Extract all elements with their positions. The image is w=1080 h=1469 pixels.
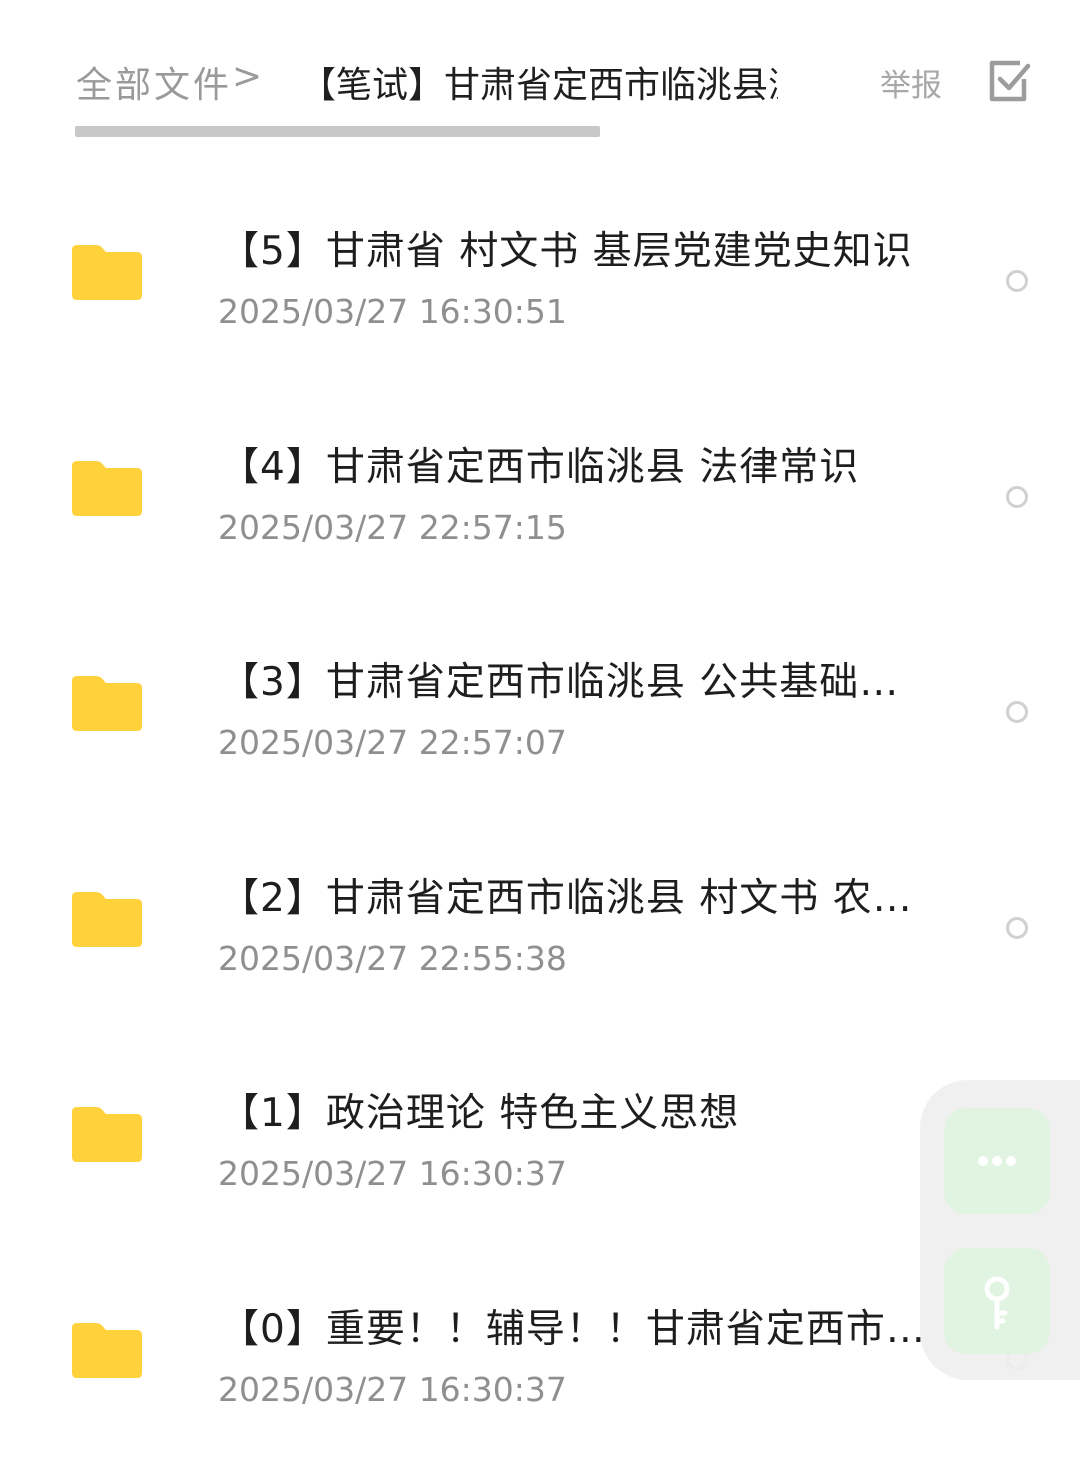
file-name: 【3】甘肃省定西市临洮县 公共基础知识 <box>220 660 935 706</box>
breadcrumb-separator: > <box>232 56 263 97</box>
file-list: 【5】甘肃省 村文书 基层党建党史知识 2025/03/27 16:30:51 … <box>0 175 1080 1469</box>
file-date: 2025/03/27 22:57:15 <box>218 507 567 547</box>
folder-icon <box>72 889 142 949</box>
file-date: 2025/03/27 22:55:38 <box>218 938 567 978</box>
list-item[interactable]: 【5】甘肃省 村文书 基层党建党史知识 2025/03/27 16:30:51 <box>0 175 1080 391</box>
top-bar: 全部文件 > 【笔试】甘肃省定西市临洮县浏 举报 <box>0 0 1080 160</box>
list-item[interactable]: 【1】政治理论 特色主义思想 2025/03/27 16:30:37 <box>0 1037 1080 1253</box>
more-button[interactable] <box>944 1108 1050 1214</box>
file-name: 【5】甘肃省 村文书 基层党建党史知识 <box>220 229 913 274</box>
select-radio[interactable] <box>1006 701 1028 724</box>
file-name: 【2】甘肃省定西市临洮县 村文书 农… <box>220 875 913 921</box>
folder-icon <box>72 242 142 302</box>
list-item[interactable]: 【3】甘肃省定西市临洮县 公共基础知识 2025/03/27 22:57:07 <box>0 606 1080 822</box>
select-radio[interactable] <box>1006 485 1028 508</box>
report-button[interactable]: 举报 <box>880 60 942 105</box>
select-radio[interactable] <box>1006 916 1028 939</box>
file-date: 2025/03/27 16:30:37 <box>218 1369 567 1409</box>
file-name: 【4】甘肃省定西市临洮县 法律常识 <box>220 444 860 490</box>
list-item[interactable]: 【4】甘肃省定西市临洮县 法律常识 2025/03/27 22:57:15 <box>0 391 1080 607</box>
floating-toolbar <box>920 1080 1080 1380</box>
file-date: 2025/03/27 22:57:07 <box>218 723 567 763</box>
folder-icon <box>72 1104 142 1164</box>
folder-icon <box>72 1320 142 1380</box>
breadcrumb-scroll-indicator <box>75 126 600 137</box>
list-item[interactable]: 【0】重要！！辅导！！甘肃省定西市… 2025/03/27 16:30:37 <box>0 1253 1080 1469</box>
key-button[interactable] <box>944 1248 1050 1354</box>
folder-icon <box>72 673 142 733</box>
select-radio[interactable] <box>1006 270 1028 292</box>
key-icon <box>984 1276 1010 1330</box>
file-name: 【0】重要！！辅导！！甘肃省定西市… <box>220 1306 926 1352</box>
breadcrumb-current-folder: 【笔试】甘肃省定西市临洮县浏 <box>300 65 778 106</box>
folder-icon <box>72 458 142 518</box>
checkbox-select-icon[interactable] <box>986 57 1034 105</box>
more-dots-icon <box>978 1156 1016 1166</box>
breadcrumb-all-files[interactable]: 全部文件 <box>76 56 232 108</box>
file-date: 2025/03/27 16:30:51 <box>218 292 567 331</box>
file-name: 【1】政治理论 特色主义思想 <box>220 1091 740 1137</box>
file-date: 2025/03/27 16:30:37 <box>218 1154 567 1194</box>
list-item[interactable]: 【2】甘肃省定西市临洮县 村文书 农… 2025/03/27 22:55:38 <box>0 822 1080 1038</box>
